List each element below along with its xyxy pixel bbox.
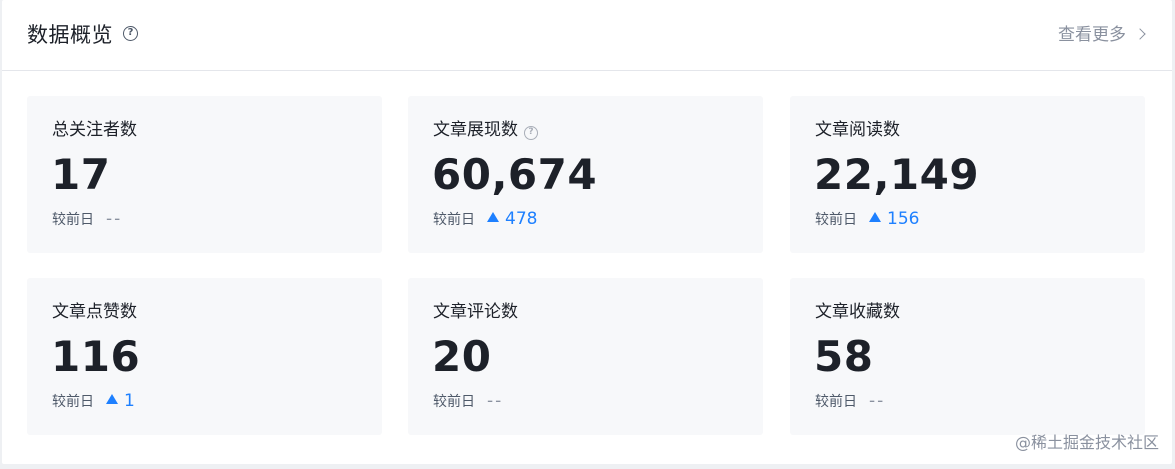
stat-value: 17	[51, 150, 111, 199]
stat-value: 60,674	[432, 150, 598, 199]
view-more-label: 查看更多	[1058, 25, 1126, 45]
stat-delta: --	[106, 209, 123, 229]
stat-delta-wrap: 478	[487, 209, 537, 229]
stat-label: 文章阅读数	[815, 120, 900, 140]
stat-label: 总关注者数	[52, 120, 137, 140]
stat-value: 22,149	[814, 150, 980, 199]
question-circle-icon[interactable]: ?	[123, 26, 138, 41]
stat-compare: 较前日 1	[52, 390, 135, 413]
compare-label: 较前日	[52, 394, 94, 410]
stat-delta: 478	[505, 209, 538, 229]
stat-card-comments: 文章评论数 20 较前日 --	[408, 278, 763, 435]
stat-card-likes: 文章点赞数 116 较前日 1	[27, 278, 382, 435]
stat-value: 58	[814, 332, 874, 381]
question-circle-icon[interactable]: ?	[524, 126, 538, 140]
stat-label-wrap: 文章展现数?	[433, 118, 538, 142]
stat-card-favorites: 文章收藏数 58 较前日 --	[790, 278, 1145, 435]
triangle-up-icon	[106, 394, 118, 404]
stat-delta: --	[869, 391, 886, 411]
stat-delta: 1	[124, 391, 135, 411]
stat-label: 文章点赞数	[52, 302, 137, 322]
view-more-link[interactable]: 查看更多	[1058, 23, 1146, 47]
stat-delta: 156	[887, 209, 920, 229]
stat-value: 20	[432, 332, 492, 381]
stat-label: 文章展现数	[433, 120, 518, 140]
panel-header: 数据概览 ? 查看更多	[2, 0, 1172, 71]
compare-label: 较前日	[433, 394, 475, 410]
stat-compare: 较前日 --	[433, 390, 503, 413]
data-overview-panel: 数据概览 ? 查看更多 总关注者数 17 较前日 -- 文章展现数? 60,674…	[2, 0, 1172, 464]
compare-label: 较前日	[815, 394, 857, 410]
stat-compare: 较前日 --	[52, 208, 122, 231]
stat-delta-wrap: 1	[106, 391, 135, 411]
stat-card-impressions: 文章展现数? 60,674 较前日 478	[408, 96, 763, 253]
chevron-right-icon	[1134, 28, 1146, 40]
compare-label: 较前日	[52, 212, 94, 228]
stat-value: 116	[51, 332, 141, 381]
stat-card-reads: 文章阅读数 22,149 较前日 156	[790, 96, 1145, 253]
triangle-up-icon	[869, 212, 881, 222]
compare-label: 较前日	[433, 212, 475, 228]
stat-compare: 较前日 --	[815, 390, 885, 413]
stat-label: 文章评论数	[433, 302, 518, 322]
panel-title: 数据概览	[27, 23, 113, 47]
stat-label: 文章收藏数	[815, 302, 900, 322]
stat-delta-wrap: 156	[869, 209, 919, 229]
compare-label: 较前日	[815, 212, 857, 228]
triangle-up-icon	[487, 212, 499, 222]
stat-card-followers: 总关注者数 17 较前日 --	[27, 96, 382, 253]
watermark-text: @稀土掘金技术社区	[1014, 433, 1159, 452]
stat-compare: 较前日 478	[433, 208, 537, 231]
stat-delta: --	[487, 391, 504, 411]
stat-compare: 较前日 156	[815, 208, 919, 231]
